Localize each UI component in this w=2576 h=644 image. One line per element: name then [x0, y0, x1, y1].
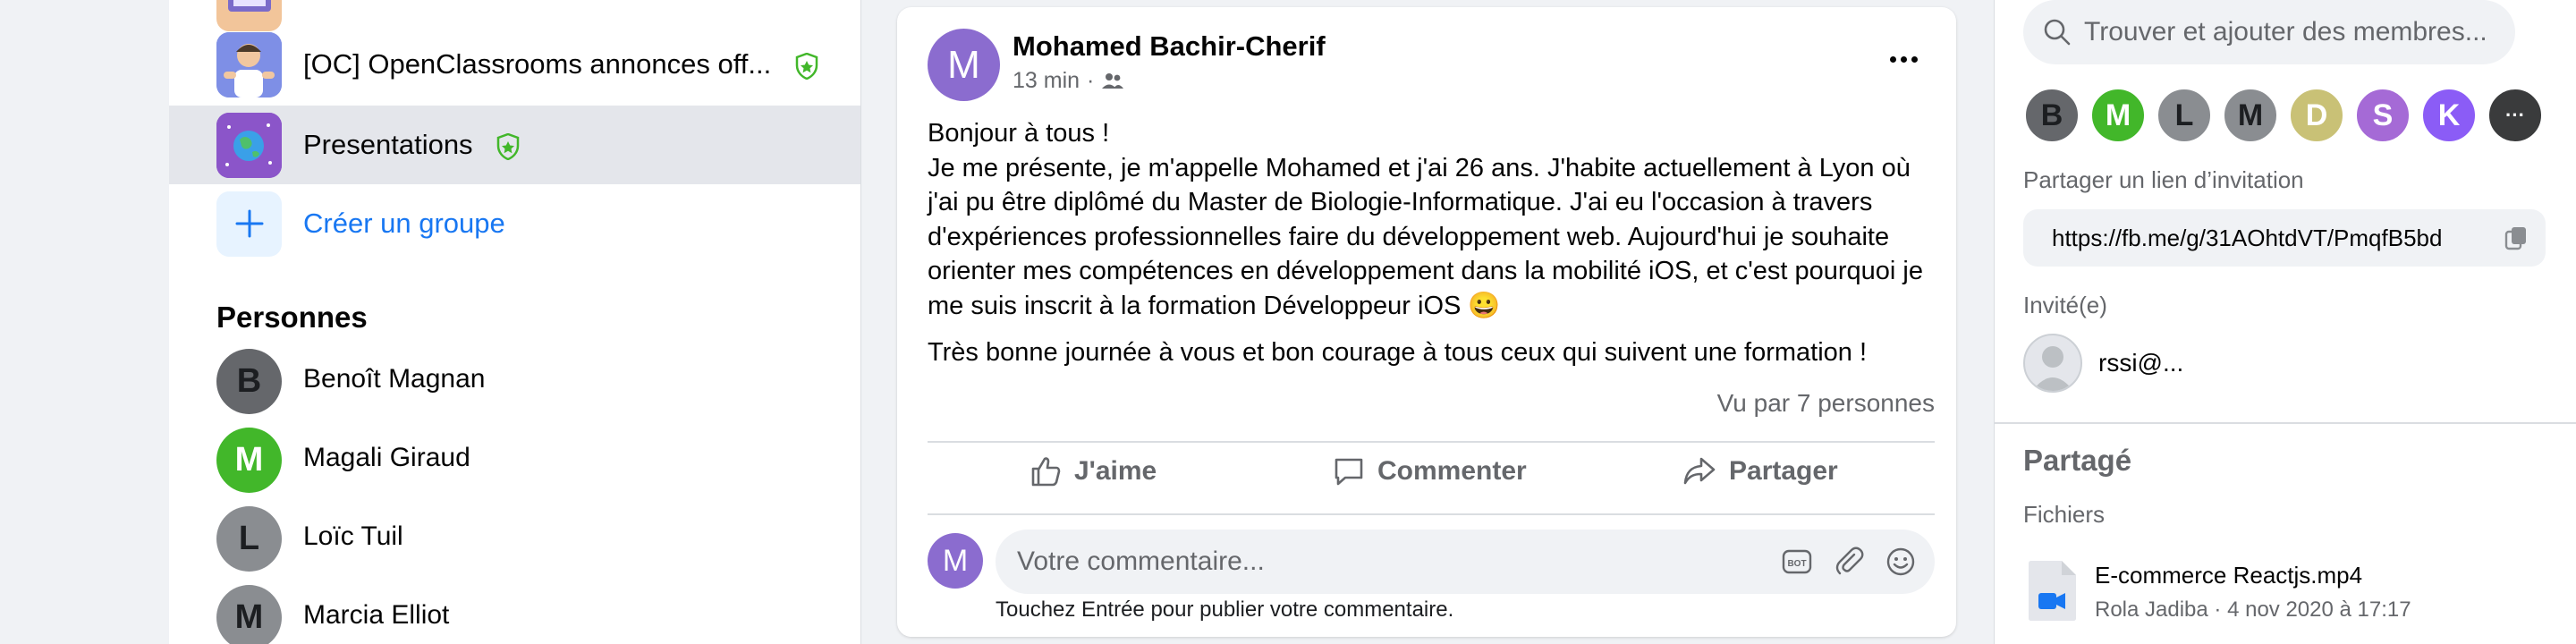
person-name: Magali Giraud — [303, 443, 470, 472]
invited-label: Invité(e) — [2023, 292, 2107, 318]
sidebar-group-label: [OC] OpenClassrooms annonces off... — [303, 48, 818, 80]
thumbs-up-icon — [1031, 457, 1061, 487]
file-name[interactable]: E-commerce Reactjs.mp4 — [2095, 562, 2362, 589]
sidebar-group-presentations[interactable]: Presentations — [169, 106, 860, 184]
create-group-button[interactable]: Créer un groupe — [169, 184, 860, 263]
avatar: M — [216, 585, 282, 644]
member-search-input[interactable] — [2084, 17, 2496, 47]
comment-box: BOT — [996, 530, 1935, 594]
avatar: M — [216, 428, 282, 493]
meta-separator: · — [1087, 68, 1095, 93]
member-avatar[interactable]: M — [2089, 87, 2147, 144]
comment-icon — [1335, 458, 1363, 486]
member-avatar[interactable]: S — [2354, 87, 2411, 144]
sidebar-group-label: Presentations — [303, 129, 520, 161]
invite-link-field[interactable]: https://fb.me/g/31AOhtdVT/PmqfB5bd — [2023, 209, 2546, 267]
post-meta: 13 min · — [1013, 68, 1124, 94]
person-item[interactable]: M Magali Giraud — [169, 419, 860, 497]
svg-text:BOT: BOT — [1787, 559, 1806, 569]
comment-label: Commenter — [1377, 456, 1527, 486]
member-avatar[interactable]: M — [2222, 87, 2279, 144]
seen-by-count[interactable]: Vu par 7 personnes — [1717, 389, 1935, 418]
invitee-name[interactable]: rssi@... — [2098, 349, 2183, 377]
share-button[interactable]: Partager — [1682, 444, 1838, 499]
author-name[interactable]: Mohamed Bachir-Cherif — [1013, 30, 1326, 63]
plus-icon — [235, 209, 263, 238]
post-card: M Mohamed Bachir-Cherif 13 min · Bonjour… — [897, 7, 1956, 637]
member-avatar[interactable]: D — [2288, 87, 2345, 144]
member-avatar[interactable]: L — [2156, 87, 2213, 144]
divider — [928, 441, 1935, 443]
comment-avatar: M — [928, 533, 983, 589]
comment-input[interactable] — [1017, 547, 1750, 577]
post-body: Bonjour à tous ! Je me présente, je m'ap… — [928, 116, 1938, 370]
copy-icon[interactable] — [2504, 225, 2528, 250]
group-thumbnail — [216, 112, 282, 178]
shield-star-icon — [795, 52, 818, 80]
like-button[interactable]: J'aime — [1030, 444, 1157, 499]
people-section-title: Personnes — [216, 301, 368, 334]
post-time[interactable]: 13 min — [1013, 68, 1080, 94]
more-members-button[interactable]: ··· — [2487, 87, 2544, 144]
share-label: Partager — [1729, 456, 1838, 486]
more-options-button[interactable] — [1881, 41, 1926, 77]
left-sidebar: [OC] OpenClassrooms annonces off... Pres… — [169, 0, 861, 644]
invite-link-text: https://fb.me/g/31AOhtdVT/PmqfB5bd — [2052, 224, 2443, 251]
sidebar-group-openclassrooms[interactable]: [OC] OpenClassrooms annonces off... — [169, 25, 860, 104]
globe-icon — [216, 112, 282, 178]
member-avatar[interactable]: B — [2023, 87, 2080, 144]
member-avatar[interactable]: K — [2420, 87, 2478, 144]
post-text: Très bonne journée à vous et bon courage… — [928, 338, 1868, 367]
like-label: J'aime — [1074, 456, 1157, 486]
comment-tools: BOT — [1781, 546, 1917, 578]
shield-star-icon — [496, 132, 520, 160]
person-item[interactable]: L Loïc Tuil — [169, 497, 860, 576]
invitee-avatar — [2023, 334, 2082, 393]
comment-button[interactable]: Commenter — [1333, 444, 1527, 499]
video-file-icon — [2029, 561, 2076, 621]
share-icon — [1683, 457, 1716, 485]
avatar: L — [216, 506, 282, 572]
author-avatar[interactable]: M — [928, 29, 1000, 101]
emoji-icon[interactable] — [1885, 546, 1917, 578]
search-icon — [2044, 19, 2071, 46]
create-group-label: Créer un groupe — [303, 208, 505, 239]
person-name: Marcia Elliot — [303, 600, 450, 630]
avatar: B — [216, 349, 282, 414]
invite-link-label: Partager un lien d’invitation — [2023, 166, 2304, 193]
files-label: Fichiers — [2023, 501, 2106, 528]
default-user-icon — [2032, 346, 2073, 391]
plus-icon-box — [216, 191, 282, 257]
member-search-box — [2023, 0, 2515, 64]
person-name: Benoît Magnan — [303, 364, 486, 394]
member-avatar-list: B M L M D S K ··· — [2023, 87, 2553, 144]
person-item[interactable]: M Marcia Elliot — [169, 576, 860, 644]
person-item[interactable]: B Benoît Magnan — [169, 340, 860, 419]
divider — [928, 513, 1935, 515]
post-text: Bonjour à tous ! Je me présente, je m'ap… — [928, 119, 1923, 320]
right-panel: B M L M D S K ··· Partager un lien d’inv… — [1994, 0, 2576, 644]
paperclip-icon[interactable] — [1833, 546, 1865, 578]
person-name: Loïc Tuil — [303, 521, 403, 551]
group-icon — [1102, 72, 1124, 89]
bot-icon[interactable]: BOT — [1781, 546, 1813, 578]
comment-hint: Touchez Entrée pour publier votre commen… — [996, 597, 1454, 622]
person-illustration-icon — [216, 31, 282, 97]
divider — [1995, 422, 2576, 424]
group-thumbnail — [216, 31, 282, 97]
file-meta: Rola Jadiba · 4 nov 2020 à 17:17 — [2095, 597, 2411, 622]
shared-section-title: Partagé — [2023, 444, 2132, 477]
